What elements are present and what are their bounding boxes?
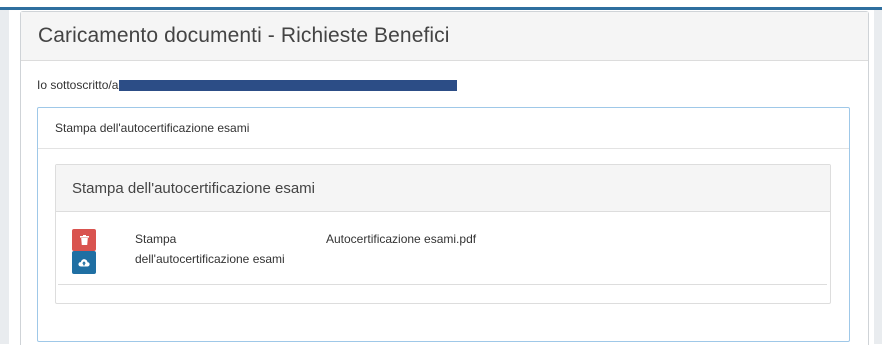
section-header: Stampa dell'autocertificazione esami xyxy=(38,108,849,149)
document-card-title: Stampa dell'autocertificazione esami xyxy=(56,165,830,212)
page-title: Caricamento documenti - Richieste Benefi… xyxy=(38,24,450,47)
panel-header: Caricamento documenti - Richieste Benefi… xyxy=(21,12,868,61)
document-row: Stampa dell'autocertificazione esami Aut… xyxy=(58,212,827,285)
autocert-section: Stampa dell'autocertificazione esami Sta… xyxy=(37,107,850,342)
signer-prefix: Io sottoscritto/a xyxy=(37,78,119,92)
document-name: Stampa dell'autocertificazione esami xyxy=(135,232,285,266)
trash-icon xyxy=(79,235,89,245)
document-file-name: Autocertificazione esami.pdf xyxy=(326,232,477,246)
cloud-upload-icon xyxy=(78,259,90,267)
right-gutter xyxy=(874,10,882,344)
left-gutter xyxy=(0,10,9,344)
document-card: Stampa dell'autocertificazione esami Sta… xyxy=(55,164,831,304)
signer-line: Io sottoscritto/a xyxy=(37,78,458,92)
delete-button[interactable] xyxy=(72,229,96,251)
redacted-name xyxy=(119,79,458,91)
upload-panel: Caricamento documenti - Richieste Benefi… xyxy=(20,11,869,345)
top-accent-line xyxy=(0,7,882,10)
upload-button[interactable] xyxy=(72,251,96,274)
